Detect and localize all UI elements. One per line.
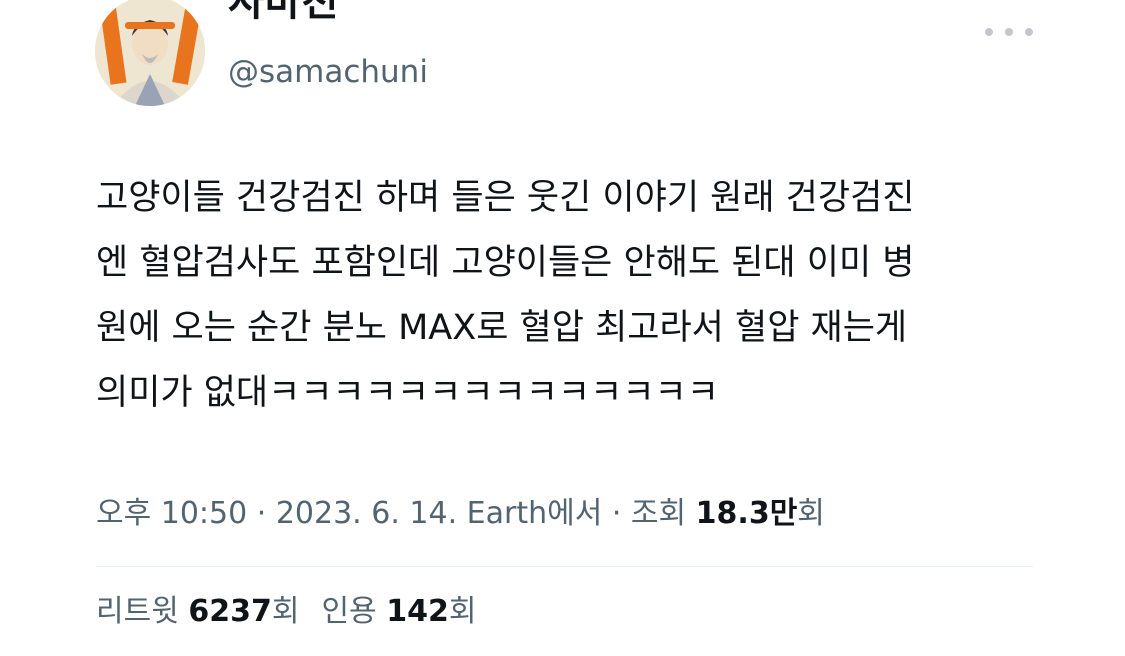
more-dot	[1025, 28, 1033, 36]
views-count: 18.3만	[695, 496, 798, 531]
display-name[interactable]: 사마천	[228, 0, 338, 22]
avatar-portrait-icon	[95, 0, 205, 106]
tweet-source[interactable]: Earth에서	[467, 496, 603, 531]
retweets-label: 리트윗	[96, 594, 189, 629]
tweet-date[interactable]: 2023. 6. 14.	[276, 496, 457, 531]
views-suffix: 회	[797, 496, 825, 531]
retweets-suffix: 회	[271, 594, 300, 629]
tweet-meta: 오후 10:50 · 2023. 6. 14. Earth에서 · 조회 18.…	[96, 494, 825, 534]
tweet-stats: 리트윗 6237회 인용 142회	[96, 592, 498, 632]
quotes-suffix: 회	[448, 594, 477, 629]
tweet-line: 엔 혈압검사도 포함인데 고양이들은 안해도 된대 이미 병	[96, 243, 915, 283]
retweets-count: 6237	[188, 594, 272, 629]
meta-separator: ·	[602, 496, 631, 531]
quotes-stat[interactable]: 인용 142회	[321, 594, 476, 629]
meta-separator: ·	[247, 496, 276, 531]
tweet-line: 고양이들 건강검진 하며 들은 웃긴 이야기 원래 건강검진	[96, 178, 915, 218]
handle[interactable]: @samachuni	[228, 54, 428, 91]
tweet-time[interactable]: 오후 10:50	[96, 496, 247, 531]
more-dot	[1005, 28, 1013, 36]
quotes-count: 142	[386, 594, 449, 629]
tweet-line: 원에 오는 순간 분노 MAX로 혈압 최고라서 혈압 재는게	[96, 308, 908, 348]
divider	[96, 566, 1033, 567]
views-label: 조회	[630, 496, 696, 531]
avatar[interactable]	[95, 0, 205, 106]
more-button[interactable]	[985, 18, 1033, 46]
more-dots-icon	[985, 28, 993, 36]
tweet-text: 고양이들 건강검진 하며 들은 웃긴 이야기 원래 건강검진 엔 혈압검사도 포…	[96, 166, 1096, 426]
retweets-stat[interactable]: 리트윗 6237회	[96, 594, 299, 629]
quotes-label: 인용	[321, 594, 387, 629]
tweet-line: 의미가 없대ㅋㅋㅋㅋㅋㅋㅋㅋㅋㅋㅋㅋㅋㅋ	[96, 373, 719, 413]
